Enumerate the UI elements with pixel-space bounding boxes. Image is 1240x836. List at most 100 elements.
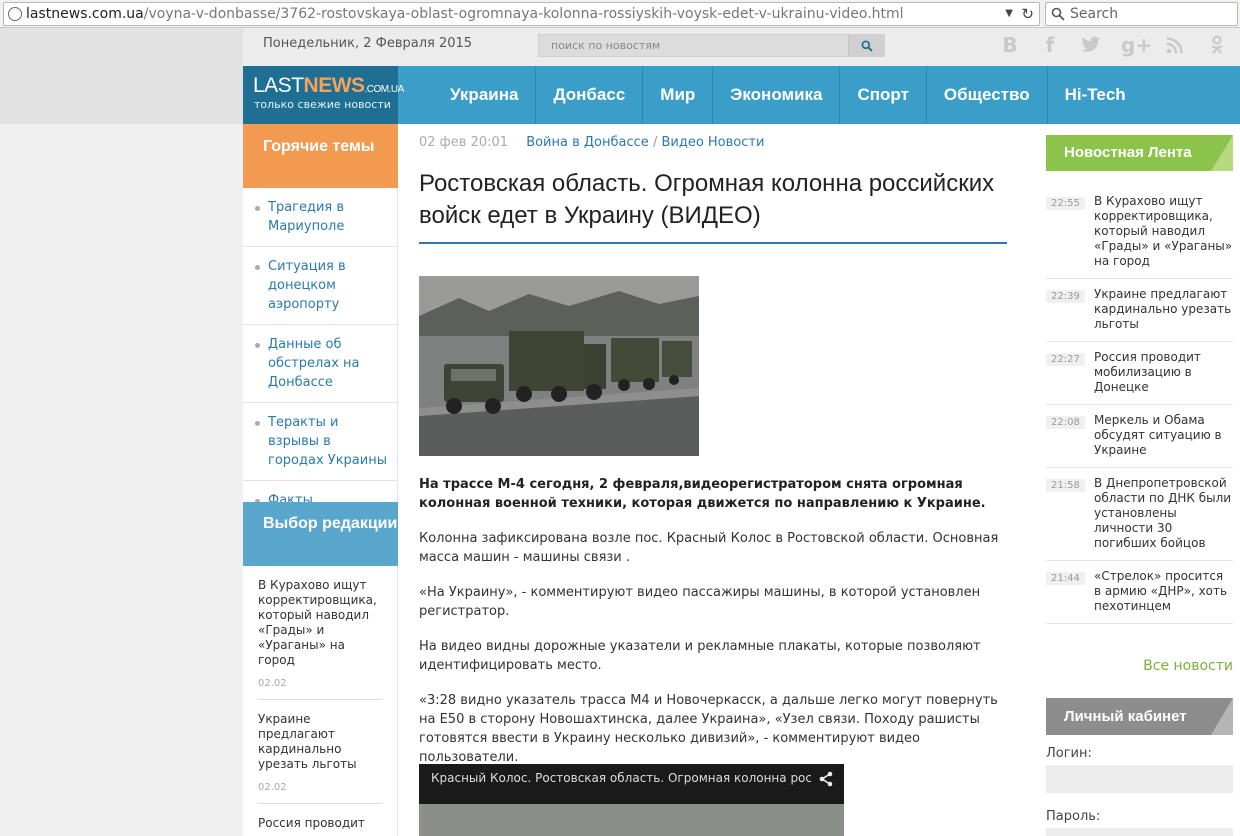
- hot-topics-heading: Горячие темы: [243, 124, 398, 188]
- url-host: lastnews.com.ua: [26, 6, 144, 22]
- hot-topic-label: Ситуация в донецком аэропорту: [268, 259, 346, 312]
- google-plus-icon[interactable]: g+: [1121, 32, 1152, 58]
- globe-icon: [8, 7, 22, 21]
- editors-choice-item[interactable]: Россия проводит: [258, 804, 382, 836]
- current-date: Понедельник, 2 Февраля 2015: [263, 36, 473, 51]
- vkontakte-icon[interactable]: В: [998, 32, 1022, 58]
- hot-topic-label: Теракты и взрывы в городах Украины: [268, 415, 387, 468]
- editors-choice-title[interactable]: Россия проводит: [258, 816, 382, 831]
- nav-item-economy[interactable]: Экономика: [713, 66, 841, 124]
- feed-time: 22:55: [1046, 197, 1085, 210]
- share-icon[interactable]: [818, 771, 834, 791]
- password-input[interactable]: [1046, 828, 1233, 836]
- site-topbar: Понедельник, 2 Февраля 2015 поиск по нов…: [243, 28, 1240, 66]
- browser-search-input[interactable]: Search: [1045, 2, 1238, 26]
- main-nav: LASTNEWS.COM.UA только свежие новости Ук…: [243, 66, 1240, 124]
- feed-item[interactable]: 22:27 Россия проводит мобилизацию в Донец…: [1046, 342, 1233, 405]
- nav-item-world[interactable]: Мир: [643, 66, 714, 124]
- feed-item[interactable]: 21:44 «Стрелок» просится в армию «ДНР», х…: [1046, 561, 1233, 624]
- feed-time: 21:58: [1046, 479, 1085, 492]
- editors-choice-item[interactable]: Украине предлагают кардинально урезать л…: [258, 700, 382, 804]
- feed-title[interactable]: Россия проводит мобилизацию в Донецке: [1094, 350, 1233, 395]
- page-margin: [0, 28, 243, 124]
- logo-wordmark: LASTNEWS.COM.UA: [253, 74, 404, 98]
- article-paragraph: «На Украину», - комментируют видео пасса…: [419, 585, 981, 619]
- feed-item[interactable]: 22:08 Меркель и Обама обсудят ситуацию в …: [1046, 405, 1233, 468]
- facebook-icon[interactable]: f: [1038, 32, 1062, 58]
- hot-topic-label: Данные об обстрелах на Донбассе: [268, 337, 360, 390]
- feed-title[interactable]: Украине предлагают кардинально урезать л…: [1094, 287, 1233, 332]
- feed-title[interactable]: «Стрелок» просится в армию «ДНР», хоть п…: [1094, 569, 1233, 614]
- site-search-button[interactable]: [848, 35, 884, 56]
- all-news-link[interactable]: Все новости: [1046, 658, 1233, 674]
- article-lead: На трассе М-4 сегодня, 2 февраля,видеоре…: [419, 477, 986, 511]
- site-search: поиск по новостям: [538, 34, 885, 57]
- bullet-icon: [255, 421, 260, 426]
- odnoklassniki-icon[interactable]: [1205, 32, 1229, 58]
- nav-item-hitech[interactable]: Hi-Tech: [1048, 66, 1143, 124]
- editors-choice-list: В Курахово ищут корректировщика, который…: [243, 566, 398, 836]
- article-paragraph: На видео видны дорожные указатели и рекл…: [419, 639, 981, 673]
- account-heading: Личный кабинет: [1046, 698, 1233, 735]
- video-frame[interactable]: [419, 804, 844, 836]
- feed-time: 22:27: [1046, 353, 1085, 366]
- nav-item-donbass[interactable]: Донбасс: [536, 66, 644, 124]
- address-bar[interactable]: lastnews.com.ua/voyna-v-donbasse/3762-ro…: [3, 2, 1040, 26]
- rss-icon[interactable]: [1163, 32, 1187, 58]
- feed-title[interactable]: В Курахово ищут корректировщика, который…: [1094, 194, 1233, 269]
- feed-item[interactable]: 22:55 В Курахово ищут корректировщика, ко…: [1046, 186, 1233, 279]
- nav-item-society[interactable]: Общество: [927, 66, 1048, 124]
- editors-choice-heading: Выбор редакции: [243, 502, 398, 566]
- editors-choice-date: 02.02: [258, 678, 287, 689]
- military-convoy-photo: [419, 276, 699, 456]
- twitter-icon[interactable]: [1079, 32, 1103, 58]
- editors-choice-title[interactable]: В Курахово ищут корректировщика, который…: [258, 578, 382, 668]
- bullet-icon: [255, 206, 260, 211]
- hot-topic-label: Трагедия в Мариуполе: [268, 200, 345, 234]
- url-path: /voyna-v-donbasse/3762-rostovskaya-oblas…: [143, 6, 904, 22]
- category-link[interactable]: Война в Донбассе: [526, 135, 649, 150]
- bullet-icon: [255, 265, 260, 270]
- logo-tagline: только свежие новости: [254, 98, 391, 111]
- feed-item[interactable]: 22:39 Украине предлагают кардинально урез…: [1046, 279, 1233, 342]
- hot-topic-item[interactable]: Ситуация в донецком аэропорту: [243, 247, 397, 325]
- nav-items: Украина Донбасс Мир Экономика Спорт Обще…: [433, 66, 1143, 124]
- page-body: Горячие темы Трагедия в Мариуполе Ситуац…: [243, 124, 1240, 836]
- search-icon: [1051, 7, 1065, 21]
- logo-news: NEWS: [303, 74, 366, 97]
- feed-title[interactable]: В Днепропетровской области по ДНК были у…: [1094, 476, 1233, 551]
- logo-domain: .COM.UA: [364, 84, 405, 95]
- editors-choice-item[interactable]: В Курахово ищут корректировщика, который…: [258, 566, 382, 700]
- nav-item-sport[interactable]: Спорт: [840, 66, 927, 124]
- article-paragraph: «3:28 видно указатель трасса М4 и Новоче…: [419, 693, 998, 765]
- password-label: Пароль:: [1046, 809, 1101, 824]
- category-separator: /: [652, 135, 658, 150]
- site-search-input[interactable]: поиск по новостям: [539, 35, 849, 56]
- browser-toolbar: lastnews.com.ua/voyna-v-donbasse/3762-ro…: [0, 0, 1240, 28]
- login-label: Логин:: [1046, 746, 1092, 761]
- article-title: Ростовская область. Огромная колонна рос…: [419, 168, 1007, 244]
- article-photo: [419, 276, 699, 456]
- news-feed-list: 22:55 В Курахово ищут корректировщика, ко…: [1046, 186, 1233, 624]
- article-time: 02 фев 20:01: [419, 135, 509, 150]
- login-input[interactable]: [1046, 765, 1233, 793]
- site-logo[interactable]: LASTNEWS.COM.UA только свежие новости: [243, 66, 404, 124]
- browser-search-placeholder: Search: [1070, 6, 1119, 22]
- video-player[interactable]: Красный Колос. Ростовская область. Огром…: [419, 764, 844, 836]
- editors-choice-title[interactable]: Украине предлагают кардинально урезать л…: [258, 712, 382, 772]
- hot-topic-item[interactable]: Теракты и взрывы в городах Украины: [243, 403, 397, 481]
- search-icon: [861, 40, 873, 52]
- logo-last: LAST: [253, 74, 304, 97]
- feed-item[interactable]: 21:58 В Днепропетровской области по ДНК б…: [1046, 468, 1233, 561]
- feed-time: 21:44: [1046, 572, 1085, 585]
- nav-item-ukraine[interactable]: Украина: [433, 66, 537, 124]
- reload-icon[interactable]: ↻: [1021, 3, 1034, 25]
- news-feed-heading: Новостная Лента: [1046, 135, 1233, 171]
- bullet-icon: [255, 343, 260, 348]
- feed-title[interactable]: Меркель и Обама обсудят ситуацию в Украи…: [1094, 413, 1233, 458]
- hot-topic-item[interactable]: Данные об обстрелах на Донбассе: [243, 325, 397, 403]
- video-title[interactable]: Красный Колос. Ростовская область. Огром…: [431, 771, 811, 785]
- category-link[interactable]: Видео Новости: [661, 135, 764, 150]
- dropdown-arrow-icon[interactable]: ▼: [1005, 3, 1013, 25]
- hot-topic-item[interactable]: Трагедия в Мариуполе: [243, 188, 397, 247]
